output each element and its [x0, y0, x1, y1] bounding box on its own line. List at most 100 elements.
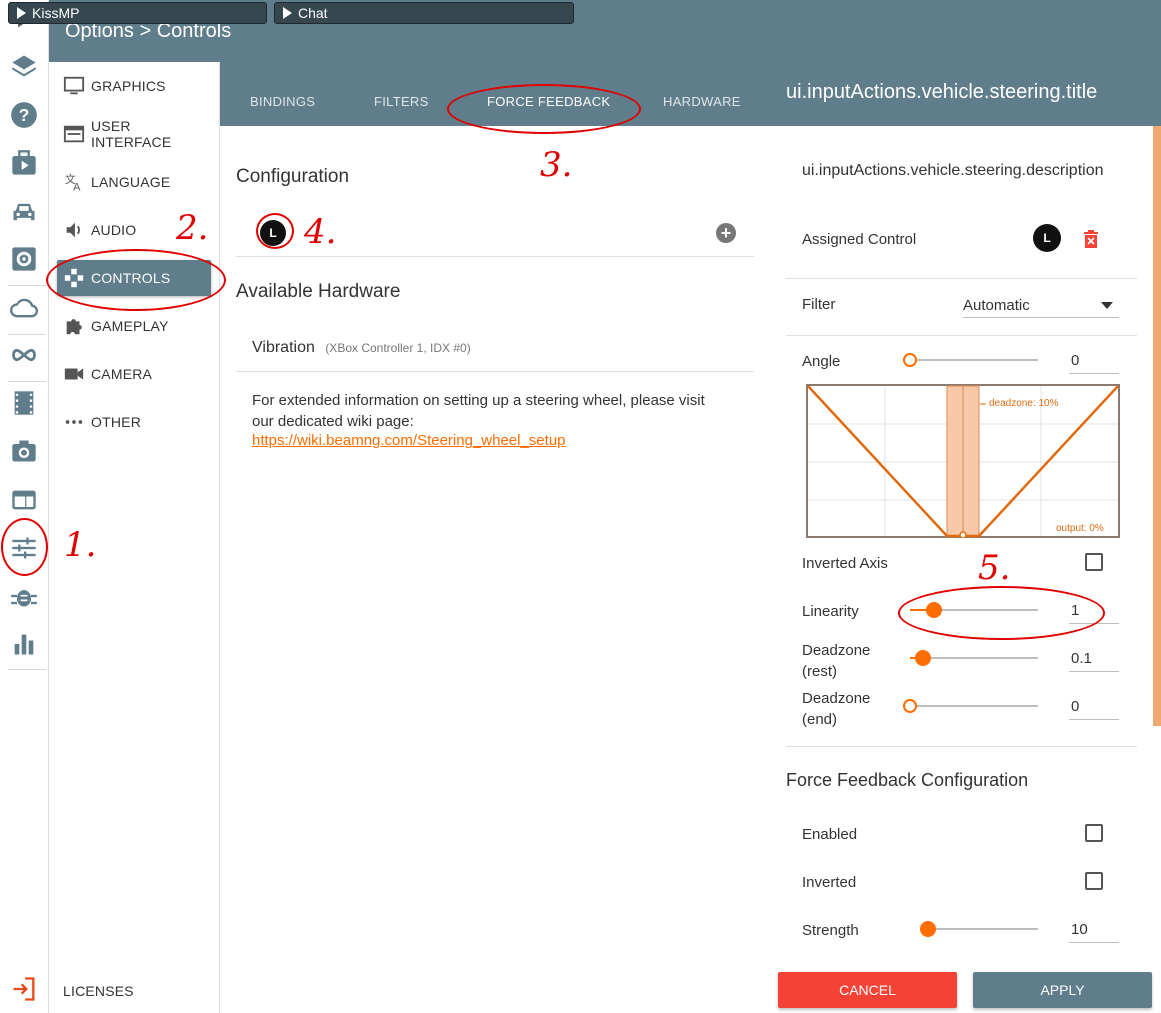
angle-value[interactable]: 0 — [1069, 348, 1119, 374]
binding-detail-panel: ui.inputActions.vehicle.steering.descrip… — [770, 126, 1161, 1013]
angle-slider-track[interactable] — [910, 359, 1038, 361]
videocam-icon — [64, 368, 84, 380]
inverted-checkbox[interactable] — [1085, 872, 1103, 890]
annotation-circle-1 — [1, 518, 48, 576]
help-icon[interactable]: ? — [10, 101, 38, 129]
graph-deadzone-label: deadzone: 10% — [989, 398, 1059, 409]
tab-bindings[interactable]: BINDINGS — [250, 94, 315, 109]
annotation-number-5: 5. — [978, 548, 1011, 588]
window-icon — [63, 125, 85, 143]
scrollbar[interactable] — [1153, 126, 1161, 726]
puzzle-icon — [66, 319, 82, 335]
speaker-icon — [66, 222, 80, 238]
strength-label: Strength — [802, 922, 859, 939]
menu-item-label: AUDIO — [91, 222, 137, 238]
deadzone-end-label: Deadzone (end) — [802, 688, 870, 730]
monitor-icon — [63, 76, 85, 95]
assigned-control-label: Assigned Control — [802, 231, 917, 248]
deadzone-rest-slider-thumb[interactable] — [915, 650, 931, 666]
annotation-circle-5 — [898, 586, 1105, 640]
exit-icon[interactable] — [10, 975, 38, 1003]
menu-item-camera[interactable]: CAMERA — [57, 356, 211, 392]
camera-icon[interactable] — [10, 437, 38, 465]
annotation-number-2: 2. — [176, 208, 209, 248]
infinity-icon[interactable] — [10, 341, 38, 369]
kissmp-window-button[interactable]: KissMP — [8, 2, 267, 24]
deadzone-rest-label: Deadzone (rest) — [802, 640, 870, 682]
svg-text:?: ? — [19, 105, 30, 125]
strength-slider-track[interactable] — [920, 928, 1038, 930]
enabled-label: Enabled — [802, 826, 858, 843]
device-name: Vibration — [252, 339, 315, 356]
binding-title: ui.inputActions.vehicle.steering.title — [786, 81, 1098, 103]
deadzone-rest-label-line1: Deadzone — [802, 642, 871, 659]
menu-item-licenses[interactable]: LICENSES — [57, 973, 211, 1009]
cloud-icon[interactable] — [10, 294, 38, 322]
tab-filters[interactable]: FILTERS — [374, 94, 429, 109]
svg-text:A: A — [73, 181, 81, 193]
deadzone-rest-value[interactable]: 0.1 — [1069, 646, 1119, 672]
deadzone-end-label-line2: (end) — [802, 711, 838, 728]
inverted-axis-checkbox[interactable] — [1085, 553, 1103, 571]
add-binding-icon[interactable]: + — [716, 223, 736, 243]
graph-output-label: output: 0% — [1056, 523, 1104, 534]
scenario-icon[interactable] — [10, 149, 38, 177]
bindings-content: Configuration L + Available Hardware Vib… — [220, 126, 770, 1013]
filter-value: Automatic — [963, 297, 1030, 314]
tab-bar: BINDINGS FILTERS FORCE FEEDBACK HARDWARE… — [220, 62, 1161, 126]
menu-item-graphics[interactable]: GRAPHICS — [57, 68, 211, 104]
menu-item-label: LANGUAGE — [91, 174, 171, 190]
chat-window-button[interactable]: Chat — [274, 2, 574, 24]
menu-item-other[interactable]: OTHER — [57, 404, 211, 440]
available-hardware-title: Available Hardware — [236, 281, 401, 302]
deadzone-end-slider-thumb[interactable] — [903, 699, 917, 713]
axis-response-graph: deadzone: 10% output: 0% — [806, 384, 1120, 539]
menu-item-label: LICENSES — [63, 983, 134, 999]
settings-icon[interactable] — [10, 245, 38, 273]
binding-description: ui.inputActions.vehicle.steering.descrip… — [802, 162, 1104, 179]
chat-label: Chat — [298, 5, 328, 21]
annotation-circle-2 — [46, 249, 226, 311]
wiki-link[interactable]: https://wiki.beamng.com/Steering_wheel_s… — [252, 432, 566, 449]
inverted-label: Inverted — [802, 874, 857, 891]
angle-slider-thumb[interactable] — [903, 353, 917, 367]
translate-icon: 文A — [65, 172, 81, 193]
cancel-button[interactable]: CANCEL — [778, 972, 957, 1008]
menu-item-user-interface[interactable]: USER INTERFACE — [57, 116, 211, 152]
car-icon[interactable] — [10, 198, 38, 226]
kissmp-label: KissMP — [32, 5, 80, 21]
assigned-control-badge[interactable]: L — [1033, 224, 1061, 252]
menu-item-label: GAMEPLAY — [91, 318, 169, 334]
bug-icon[interactable] — [10, 582, 38, 610]
annotation-number-3: 3. — [540, 145, 573, 185]
angle-label: Angle — [802, 353, 841, 370]
play-icon — [283, 7, 292, 19]
filter-select[interactable]: Automatic — [963, 292, 1119, 318]
ui-apps-icon[interactable] — [10, 486, 38, 514]
deadzone-end-value[interactable]: 0 — [1069, 694, 1119, 720]
dropdown-arrow-icon — [1101, 302, 1113, 309]
info-paragraph: For extended information on setting up a… — [252, 392, 705, 430]
badge-label: L — [1043, 231, 1051, 245]
tab-hardware[interactable]: HARDWARE — [663, 94, 741, 109]
film-icon[interactable] — [10, 389, 38, 417]
layers-icon[interactable] — [10, 52, 38, 80]
deadzone-end-slider-track[interactable] — [910, 705, 1038, 707]
strength-value[interactable]: 10 — [1069, 917, 1119, 943]
menu-item-label: USER INTERFACE — [91, 118, 172, 150]
strength-slider-thumb[interactable] — [920, 921, 936, 937]
menu-item-gameplay[interactable]: GAMEPLAY — [57, 308, 211, 344]
delete-icon[interactable] — [1083, 230, 1099, 248]
device-detail: (XBox Controller 1, IDX #0) — [325, 341, 471, 355]
apply-button[interactable]: APPLY — [973, 972, 1152, 1008]
configuration-title: Configuration — [236, 166, 350, 187]
menu-item-language[interactable]: 文A LANGUAGE — [57, 164, 211, 200]
device-row[interactable]: Vibration (XBox Controller 1, IDX #0) — [252, 339, 471, 357]
menu-item-label: GRAPHICS — [91, 78, 166, 94]
linearity-label: Linearity — [802, 603, 859, 620]
annotation-circle-4 — [256, 213, 294, 249]
enabled-checkbox[interactable] — [1085, 824, 1103, 842]
stats-icon[interactable] — [10, 630, 38, 658]
annotation-number-4: 4. — [304, 212, 337, 252]
annotation-circle-3 — [447, 84, 641, 134]
